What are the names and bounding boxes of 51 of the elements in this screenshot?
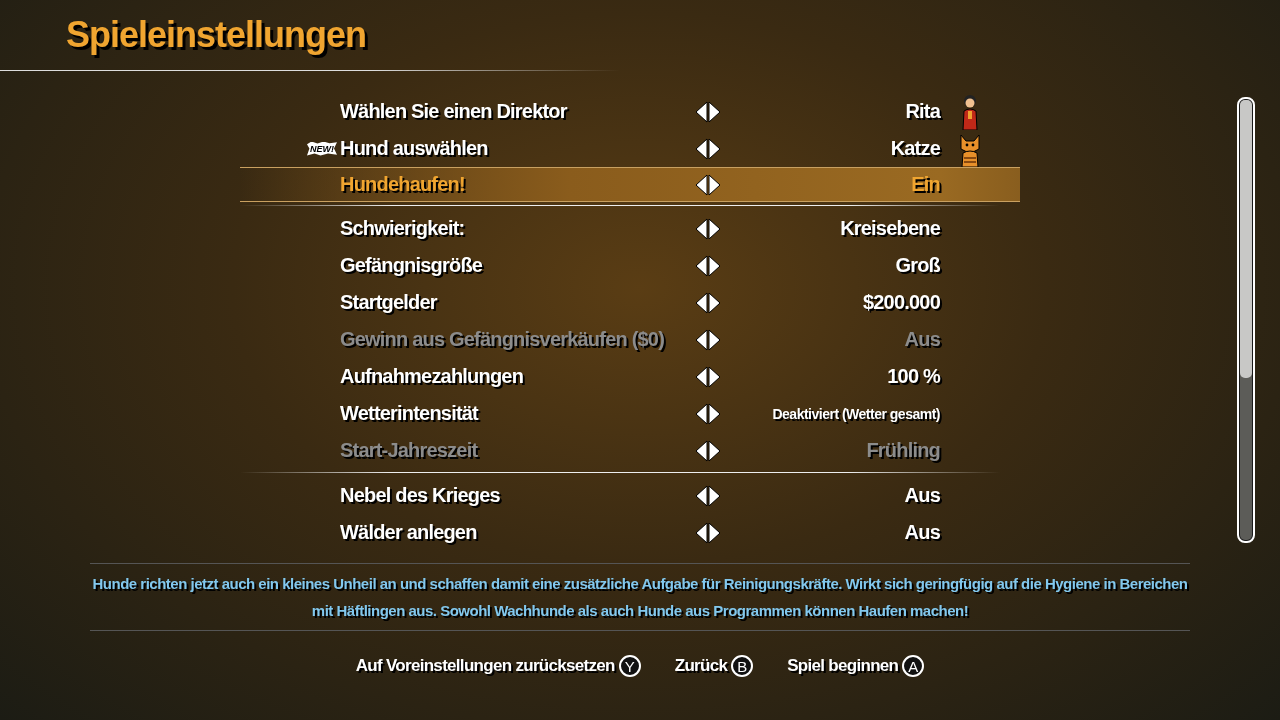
left-right-arrows-icon[interactable] xyxy=(695,173,721,196)
woman-portrait-icon xyxy=(959,93,981,130)
setting-row[interactable]: Schwierigkeit: Kreisebene xyxy=(0,210,1280,247)
setting-label: Nebel des Krieges xyxy=(340,484,501,507)
setting-label: Aufnahmezahlungen xyxy=(340,365,525,388)
setting-value: Groß xyxy=(894,254,940,277)
setting-label: Hundehaufen! xyxy=(340,173,466,196)
setting-label: Start-Jahreszeit xyxy=(340,439,479,462)
setting-row[interactable]: Wählen Sie einen Direktor Rita xyxy=(0,93,1280,130)
setting-value: 100 % xyxy=(886,365,940,388)
description-text: Hunde richten jetzt auch ein kleines Unheil an und schaffen damit eine zusätzliche Aufgabe für Reinigungskräfte. Wirkt sich geringfügig auf die Hygiene in Bereichen mit Häftlingen aus. Sowohl Wachhunde als auch Hunde aus Programmen können Haufen machen! xyxy=(91,574,1189,621)
left-right-arrows-icon[interactable] xyxy=(695,365,721,388)
setting-value: Aus xyxy=(903,521,940,544)
setting-row[interactable]: Startgelder $200.000 xyxy=(0,284,1280,321)
setting-row[interactable]: Wetterintensität Deaktiviert (Wetter gesamt) xyxy=(0,395,1280,432)
setting-label: Gefängnisgröße xyxy=(340,254,484,277)
setting-label: Wählen Sie einen Direktor xyxy=(340,100,569,123)
setting-value: Frühling xyxy=(865,439,940,462)
setting-row[interactable]: Nebel des Krieges Aus xyxy=(0,477,1280,514)
setting-value: Katze xyxy=(889,137,940,160)
setting-label: Wälder anlegen xyxy=(340,521,478,544)
setting-row[interactable]: Hundehaufen! Ein xyxy=(240,167,1020,202)
left-right-arrows-icon[interactable] xyxy=(695,100,721,123)
setting-label: Schwierigkeit: xyxy=(340,217,466,240)
setting-row[interactable]: Wälder anlegen Aus xyxy=(0,514,1280,551)
setting-row[interactable]: Aufnahmezahlungen 100 % xyxy=(0,358,1280,395)
setting-row[interactable]: Gefängnisgröße Groß xyxy=(0,247,1280,284)
setting-label: Gewinn aus Gefängnisverkäufen ($0) xyxy=(340,328,665,351)
setting-value: Aus xyxy=(903,328,940,351)
setting-value: Deaktiviert (Wetter gesamt) xyxy=(771,405,940,422)
setting-label: Wetterintensität xyxy=(340,402,480,425)
setting-label: Startgelder xyxy=(340,291,439,314)
setting-row[interactable]: NEW! Hund auswählen Katze xyxy=(0,130,1280,167)
left-right-arrows-icon[interactable] xyxy=(695,402,721,425)
left-right-arrows-icon[interactable] xyxy=(695,254,721,277)
setting-value: Kreisebene xyxy=(839,217,940,240)
scrollbar[interactable] xyxy=(1237,97,1255,543)
left-right-arrows-icon[interactable] xyxy=(695,137,721,160)
left-right-arrows-icon[interactable] xyxy=(695,484,721,507)
setting-value: Aus xyxy=(903,484,940,507)
left-right-arrows-icon[interactable] xyxy=(695,217,721,240)
page-title: Spieleinstellungen xyxy=(66,14,367,56)
left-right-arrows-icon[interactable] xyxy=(695,521,721,544)
setting-value: Ein xyxy=(910,173,940,196)
setting-value: $200.000 xyxy=(861,291,940,314)
left-right-arrows-icon[interactable] xyxy=(695,291,721,314)
prompt-button[interactable]: Auf Voreinstellungen zurücksetzen Y xyxy=(355,655,641,677)
setting-value: Rita xyxy=(904,100,940,123)
prompt-button[interactable]: Zurück B xyxy=(674,655,754,677)
setting-label: Hund auswählen xyxy=(340,137,489,160)
prompt-button[interactable]: Spiel beginnen A xyxy=(787,655,925,677)
